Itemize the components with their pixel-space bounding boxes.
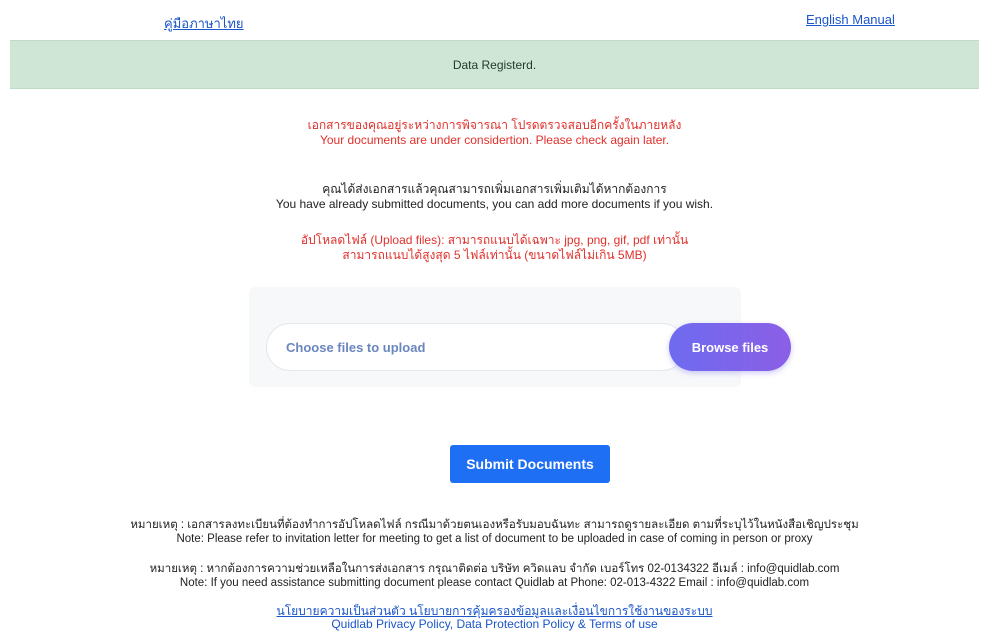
top-links: คู่มือภาษาไทย English Manual [0, 0, 989, 40]
note-assistance: หมายเหตุ : หากต้องการความช่วยเหลือในการส… [0, 562, 989, 590]
policy-links: นโยบายความเป็นส่วนตัว นโยบายการคุ้มครองข… [0, 604, 989, 631]
status-line-th: เอกสารของคุณอยู่ระหว่างการพิจารณา โปรดตร… [307, 118, 682, 132]
note1-th: หมายเหตุ : เอกสารลงทะเบียนที่ต้องทำการอั… [130, 519, 859, 531]
status-line-en: Your documents are under considertion. P… [319, 133, 670, 147]
upload-rules: อัปโหลดไฟล์ (Upload files): สามารถแนบได้… [0, 233, 989, 263]
note-invitation: หมายเหตุ : เอกสารลงทะเบียนที่ต้องทำการอั… [0, 518, 989, 546]
browse-files-button[interactable]: Browse files [669, 323, 791, 371]
file-upload-input[interactable]: Choose files to upload [266, 323, 686, 371]
browse-files-label: Browse files [691, 339, 769, 355]
alert-text: Data Registerd. [452, 57, 537, 72]
status-message: เอกสารของคุณอยู่ระหว่างการพิจารณา โปรดตร… [0, 118, 989, 148]
submitted-line-en: You have already submitted documents, yo… [275, 197, 714, 211]
submitted-message: คุณได้ส่งเอกสารแล้วคุณสามารถเพิ่มเอกสารเ… [0, 182, 989, 212]
note2-en: Note: If you need assistance submitting … [179, 577, 810, 589]
submit-documents-button[interactable]: Submit Documents [450, 445, 610, 483]
note1-en: Note: Please refer to invitation letter … [176, 533, 813, 545]
upload-panel: Choose files to upload Browse files [249, 287, 791, 387]
thai-manual-link[interactable]: คู่มือภาษาไทย [164, 13, 244, 34]
file-upload-placeholder: Choose files to upload [286, 339, 426, 355]
policy-link-th[interactable]: นโยบายความเป็นส่วนตัว นโยบายการคุ้มครองข… [277, 604, 713, 618]
note2-th: หมายเหตุ : หากต้องการความช่วยเหลือในการส… [149, 563, 840, 575]
upload-rules-line2: สามารถแนบได้สูงสุด 5 ไฟล์เท่านั้น (ขนาดไ… [342, 248, 647, 262]
submitted-line-th: คุณได้ส่งเอกสารแล้วคุณสามารถเพิ่มเอกสารเ… [322, 182, 667, 196]
english-manual-link[interactable]: English Manual [806, 12, 895, 27]
submit-documents-label: Submit Documents [466, 456, 594, 472]
policy-link-en[interactable]: Quidlab Privacy Policy, Data Protection … [0, 618, 989, 631]
success-alert: Data Registerd. [10, 40, 979, 89]
upload-rules-line1: อัปโหลดไฟล์ (Upload files): สามารถแนบได้… [300, 233, 689, 247]
